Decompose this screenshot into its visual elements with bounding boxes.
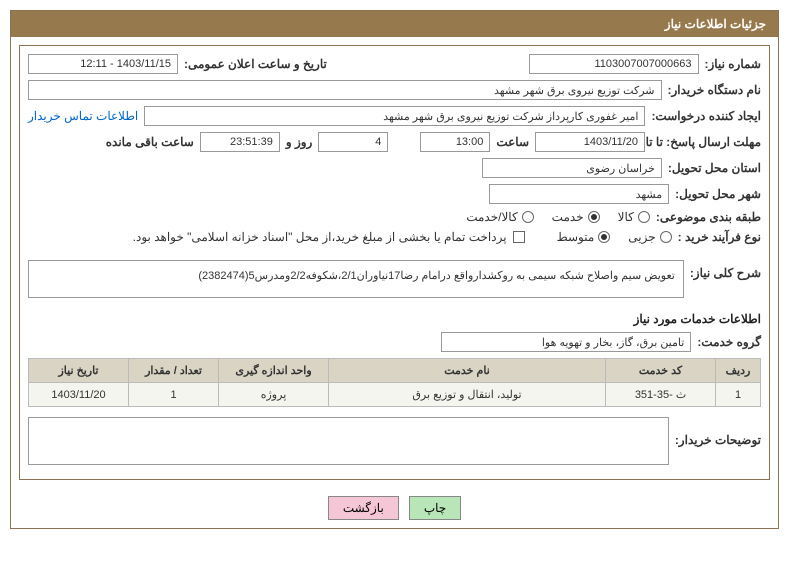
th-date: تاریخ نیاز — [29, 359, 129, 383]
radio-both-label: کالا/خدمت — [466, 210, 517, 224]
th-qty: تعداد / مقدار — [129, 359, 219, 383]
checkbox-payment[interactable] — [513, 231, 525, 243]
buy-type-radio-group: جزیی متوسط — [557, 230, 672, 244]
table-header-row: ردیف کد خدمت نام خدمت واحد اندازه گیری ت… — [29, 359, 761, 383]
td-unit: پروژه — [219, 383, 329, 407]
services-info-header: اطلاعات خدمات مورد نیاز — [28, 312, 761, 326]
label-category: طبقه بندی موضوعی: — [656, 210, 761, 224]
label-city: شهر محل تحویل: — [675, 187, 761, 201]
th-code: کد خدمت — [606, 359, 716, 383]
label-remaining: ساعت باقی مانده — [106, 135, 194, 149]
back-button[interactable]: بازگشت — [328, 496, 399, 520]
th-unit: واحد اندازه گیری — [219, 359, 329, 383]
td-qty: 1 — [129, 383, 219, 407]
label-hour: ساعت — [496, 135, 529, 149]
radio-goods-label: کالا — [618, 210, 634, 224]
main-panel: جزئیات اطلاعات نیاز شماره نیاز: 11030070… — [10, 10, 779, 529]
label-service-group: گروه خدمت: — [697, 335, 761, 349]
label-days-and: روز و — [286, 135, 313, 149]
radio-medium[interactable] — [598, 231, 610, 243]
field-city: مشهد — [489, 184, 669, 204]
label-need-no: شماره نیاز: — [705, 57, 761, 71]
label-buyer-notes: توضیحات خریدار: — [675, 433, 761, 447]
payment-note: پرداخت تمام یا بخشی از مبلغ خرید،از محل … — [133, 230, 507, 244]
field-need-no: 1103007007000663 — [529, 54, 699, 74]
panel-title: جزئیات اطلاعات نیاز — [11, 11, 778, 37]
th-row: ردیف — [716, 359, 761, 383]
print-button[interactable]: چاپ — [409, 496, 461, 520]
field-deadline-hour: 13:00 — [420, 132, 490, 152]
label-overall-desc: شرح کلی نیاز: — [690, 266, 761, 280]
td-code: ث -35-351 — [606, 383, 716, 407]
radio-medium-label: متوسط — [557, 230, 595, 244]
radio-service-label: خدمت — [552, 210, 584, 224]
label-province: استان محل تحویل: — [668, 161, 761, 175]
field-countdown: 23:51:39 — [200, 132, 280, 152]
radio-small-label: جزیی — [628, 230, 655, 244]
category-radio-group: کالا خدمت کالا/خدمت — [466, 210, 650, 224]
contact-link[interactable]: اطلاعات تماس خریدار — [28, 109, 138, 123]
field-province: خراسان رضوی — [482, 158, 662, 178]
field-buyer-notes — [28, 417, 669, 465]
radio-small[interactable] — [660, 231, 672, 243]
field-deadline-date: 1403/11/20 — [535, 132, 645, 152]
field-buyer-org: شرکت توزیع نیروی برق شهر مشهد — [28, 80, 662, 100]
th-name: نام خدمت — [329, 359, 606, 383]
field-overall-desc: تعویض سیم واصلاح شبکه سیمی به روکشدارواق… — [28, 260, 684, 298]
radio-goods[interactable] — [638, 211, 650, 223]
label-buy-type: نوع فرآیند خرید : — [678, 230, 761, 244]
label-buyer-org: نام دستگاه خریدار: — [668, 83, 762, 97]
table-row: 1 ث -35-351 تولید، انتقال و توزیع برق پر… — [29, 383, 761, 407]
td-date: 1403/11/20 — [29, 383, 129, 407]
label-requester: ایجاد کننده درخواست: — [651, 109, 761, 123]
field-service-group: تامین برق، گاز، بخار و تهویه هوا — [441, 332, 691, 352]
field-days: 4 — [318, 132, 388, 152]
field-requester: امیر غفوری کارپرداز شرکت توزیع نیروی برق… — [144, 106, 645, 126]
radio-service[interactable] — [588, 211, 600, 223]
label-deadline: مهلت ارسال پاسخ: تا تاریخ: — [651, 135, 761, 149]
td-row: 1 — [716, 383, 761, 407]
services-table: ردیف کد خدمت نام خدمت واحد اندازه گیری ت… — [28, 358, 761, 407]
td-name: تولید، انتقال و توزیع برق — [329, 383, 606, 407]
field-announce-date: 1403/11/15 - 12:11 — [28, 54, 178, 74]
label-announce-date: تاریخ و ساعت اعلان عمومی: — [184, 57, 327, 71]
radio-both[interactable] — [522, 211, 534, 223]
